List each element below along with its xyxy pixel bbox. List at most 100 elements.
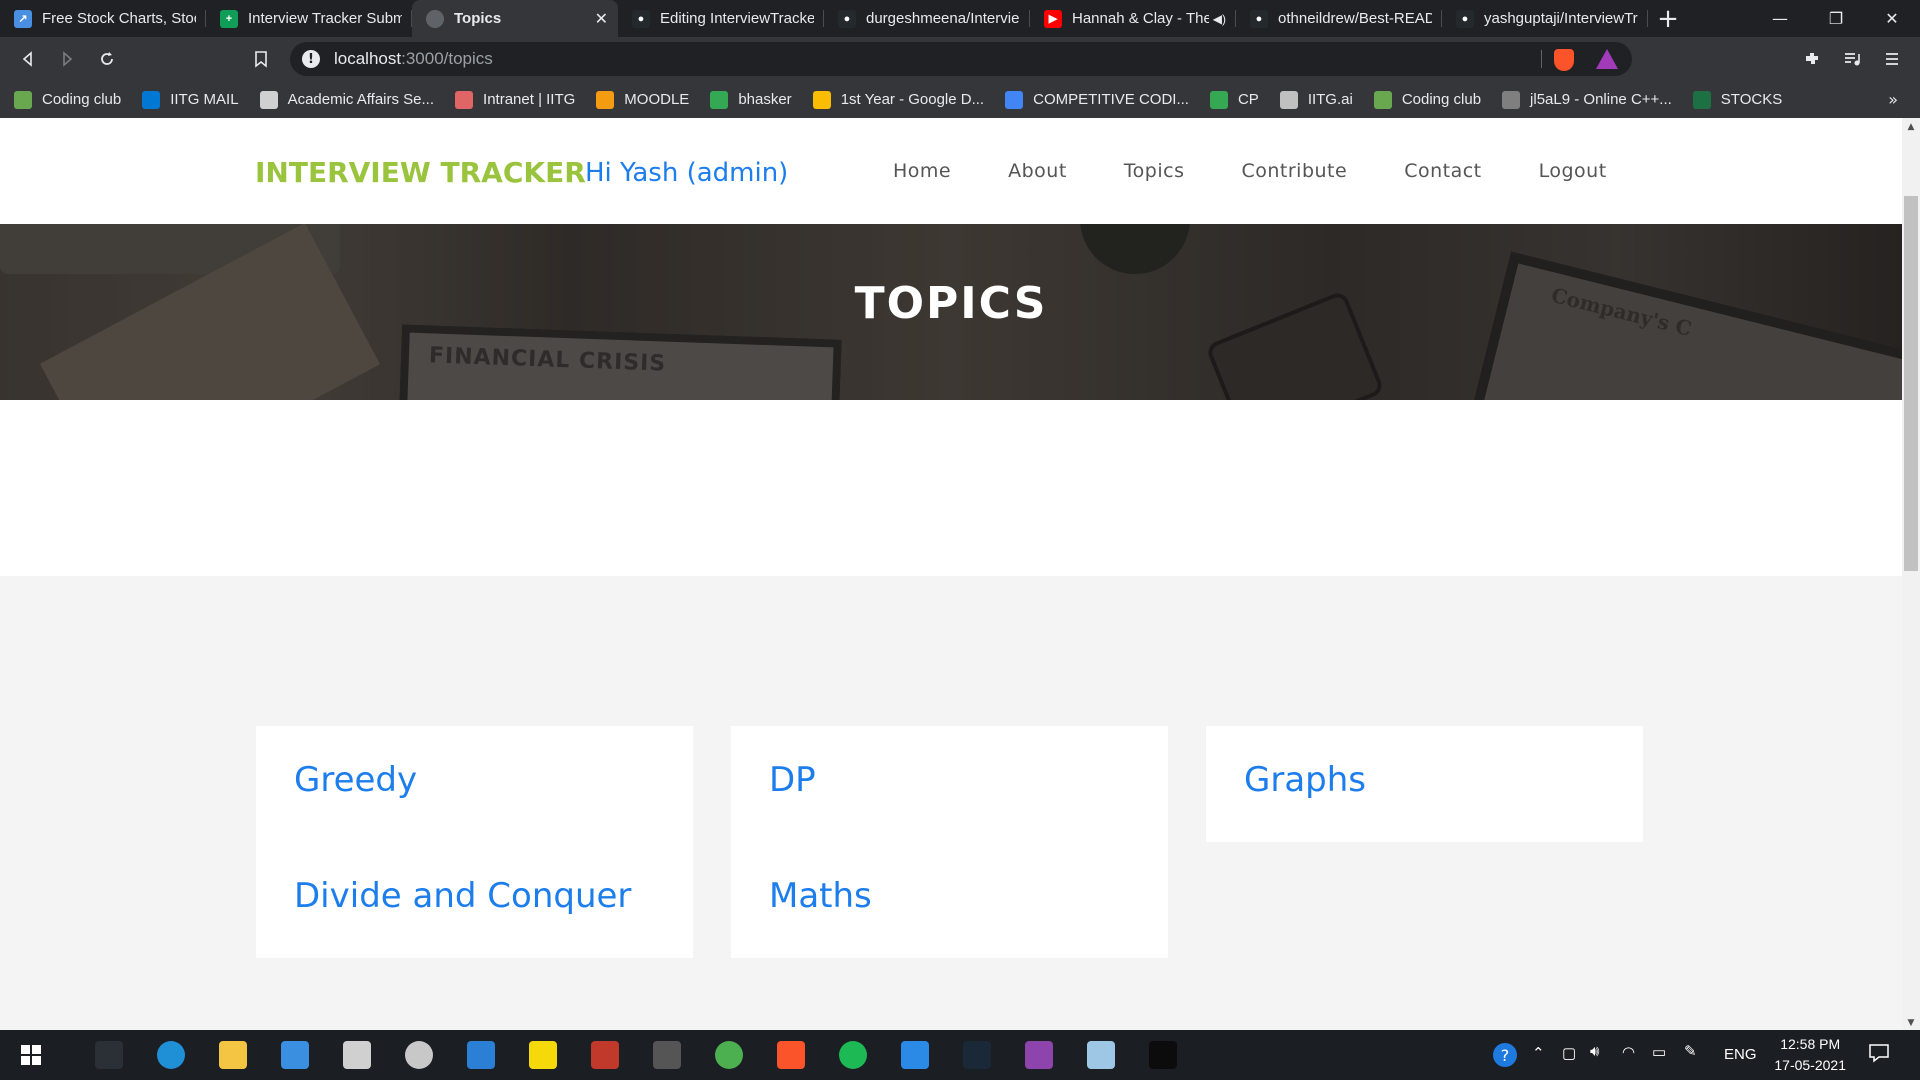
browser-tab[interactable]: ● yashguptaji/InterviewTra: [1442, 0, 1648, 37]
bookmark-item[interactable]: IITG.ai: [1279, 90, 1353, 109]
taskbar-terminal-icon[interactable]: [1142, 1036, 1184, 1074]
brave-shields-icon[interactable]: [1554, 49, 1574, 71]
forward-button[interactable]: [53, 45, 81, 73]
pen-icon[interactable]: ✎: [1684, 1042, 1697, 1060]
topic-title[interactable]: Maths: [769, 876, 872, 916]
topic-title[interactable]: Greedy: [294, 760, 417, 800]
scroll-down-arrow-icon[interactable]: ▼: [1902, 1018, 1920, 1028]
scroll-up-arrow-icon[interactable]: ▲: [1902, 122, 1920, 132]
menu-button[interactable]: [1878, 45, 1906, 73]
topic-card-maths[interactable]: Maths: [731, 842, 1168, 958]
topic-title[interactable]: DP: [769, 760, 816, 800]
topic-card-dp[interactable]: DP: [731, 726, 1168, 842]
bookmark-item[interactable]: bhasker: [710, 90, 792, 109]
windows-logo-icon: [21, 1045, 41, 1065]
minimize-button[interactable]: —: [1752, 0, 1808, 37]
menu-contribute[interactable]: Contribute: [1241, 160, 1347, 182]
battery-icon[interactable]: ▭: [1652, 1043, 1666, 1061]
bookmark-item[interactable]: jl5aL9 - Online C++...: [1502, 90, 1672, 109]
tab-title: Free Stock Charts, Stock: [42, 10, 196, 27]
taskbar-chrome-icon[interactable]: [708, 1036, 750, 1074]
meet-now-icon[interactable]: ▢: [1562, 1044, 1576, 1062]
taskbar-settings-icon[interactable]: [88, 1036, 130, 1074]
menu-about[interactable]: About: [1008, 160, 1067, 182]
tab-audio-icon[interactable]: ◀): [1213, 12, 1226, 26]
volume-icon[interactable]: 🔊︎: [1590, 1043, 1599, 1060]
bookmarks-bar: Coding club IITG MAIL Academic Affairs Se.…: [0, 81, 1920, 118]
taskbar-notes-app-icon[interactable]: [1080, 1036, 1122, 1074]
bookmark-page-button[interactable]: [247, 45, 275, 73]
topic-title[interactable]: Divide and Conquer: [294, 876, 631, 916]
bookmark-item[interactable]: STOCKS: [1692, 90, 1782, 109]
bookmark-favicon-icon: [1279, 90, 1298, 109]
bookmark-item[interactable]: Intranet | IITG: [455, 90, 575, 109]
start-button[interactable]: [10, 1036, 52, 1074]
bookmark-item[interactable]: IITG MAIL: [142, 90, 239, 109]
bookmark-favicon-icon: [1502, 90, 1521, 109]
language-indicator[interactable]: ENG: [1724, 1046, 1757, 1063]
taskbar-spotify-icon[interactable]: [832, 1036, 874, 1074]
close-window-button[interactable]: ✕: [1864, 0, 1920, 37]
help-icon[interactable]: ?: [1492, 1042, 1518, 1072]
browser-tab[interactable]: + Interview Tracker Subm: [206, 0, 412, 37]
bookmark-label: IITG.ai: [1307, 91, 1353, 108]
extensions-button[interactable]: [1798, 45, 1826, 73]
taskbar-winrar-icon[interactable]: [1018, 1036, 1060, 1074]
address-bar[interactable]: ! localhost:3000/topics: [290, 42, 1632, 76]
menu-contact[interactable]: Contact: [1404, 160, 1481, 182]
site-info-icon[interactable]: !: [302, 50, 320, 68]
bookmark-favicon-icon: [142, 90, 161, 109]
brave-rewards-icon[interactable]: [1596, 49, 1618, 69]
topic-card-greedy[interactable]: Greedy: [256, 726, 693, 842]
bookmark-item[interactable]: MOODLE: [596, 90, 689, 109]
browser-toolbar: ! localhost:3000/topics: [0, 37, 1920, 81]
page-scrollbar[interactable]: ▲ ▼: [1902, 118, 1920, 1030]
topic-card-divide-and-conquer[interactable]: Divide and Conquer: [256, 842, 693, 958]
taskbar-sticky-notes-icon[interactable]: [522, 1036, 564, 1074]
restore-button[interactable]: ❐: [1808, 0, 1864, 37]
taskbar-brave-icon[interactable]: [770, 1036, 812, 1074]
new-tab-button[interactable]: +: [1648, 0, 1688, 37]
taskbar-store-icon[interactable]: [336, 1036, 378, 1074]
taskbar-game-app-icon[interactable]: [646, 1036, 688, 1074]
scroll-thumb[interactable]: [1904, 196, 1918, 571]
wifi-icon[interactable]: ◠: [1622, 1043, 1635, 1061]
taskbar-steam-icon[interactable]: [956, 1036, 998, 1074]
system-clock[interactable]: 12:58 PM 17-05-2021: [1774, 1034, 1846, 1076]
taskbar-mail-icon[interactable]: [274, 1036, 316, 1074]
bookmark-item[interactable]: Academic Affairs Se...: [259, 90, 434, 109]
browser-tab[interactable]: ● othneildrew/Best-READ: [1236, 0, 1442, 37]
bookmarks-overflow-button[interactable]: »: [1888, 90, 1898, 109]
taskbar-file-explorer-icon[interactable]: [212, 1036, 254, 1074]
media-button[interactable]: [1838, 45, 1866, 73]
menu-topics[interactable]: Topics: [1124, 160, 1185, 182]
site-brand[interactable]: INTERVIEW TRACKER: [255, 156, 586, 189]
show-hidden-icons-icon[interactable]: ⌃: [1532, 1044, 1545, 1062]
tab-close-icon[interactable]: ✕: [595, 9, 608, 29]
taskbar-vscode-icon[interactable]: [894, 1036, 936, 1074]
browser-tab[interactable]: Topics ✕: [412, 0, 618, 37]
topic-card-graphs[interactable]: Graphs: [1206, 726, 1643, 842]
browser-tab[interactable]: ▶ Hannah & Clay - The ◀): [1030, 0, 1236, 37]
taskbar-clock-icon[interactable]: [398, 1036, 440, 1074]
taskbar-vs-blue-icon[interactable]: [460, 1036, 502, 1074]
taskbar-red-app-icon[interactable]: [584, 1036, 626, 1074]
bookmark-item[interactable]: Coding club: [14, 90, 121, 109]
bookmark-favicon-icon: [1373, 90, 1392, 109]
site-header: INTERVIEW TRACKER Hi Yash (admin) Home A…: [0, 118, 1902, 224]
menu-logout[interactable]: Logout: [1539, 160, 1607, 182]
reload-button[interactable]: [93, 45, 121, 73]
bookmark-item[interactable]: CP: [1209, 90, 1259, 109]
back-button[interactable]: [14, 45, 42, 73]
bookmark-favicon-icon: [596, 90, 615, 109]
notifications-icon[interactable]: [1868, 1042, 1890, 1068]
topic-title[interactable]: Graphs: [1244, 760, 1366, 800]
taskbar-edge-icon[interactable]: [150, 1036, 192, 1074]
browser-tab[interactable]: ● durgeshmeena/Intervie: [824, 0, 1030, 37]
menu-home[interactable]: Home: [893, 160, 951, 182]
browser-tab[interactable]: ● Editing InterviewTracker: [618, 0, 824, 37]
browser-tab[interactable]: ↗ Free Stock Charts, Stock: [0, 0, 206, 37]
bookmark-item[interactable]: 1st Year - Google D...: [812, 90, 984, 109]
bookmark-item[interactable]: Coding club: [1373, 90, 1481, 109]
bookmark-item[interactable]: COMPETITIVE CODI...: [1005, 90, 1189, 109]
